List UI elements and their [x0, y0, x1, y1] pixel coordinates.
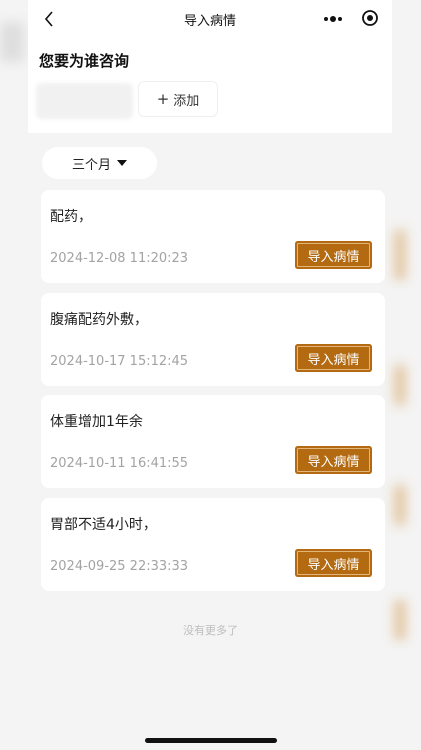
- record-timestamp: 2024-10-17 15:12:45: [50, 354, 189, 369]
- section-title: 您要为谁咨询: [39, 52, 130, 70]
- record-timestamp: 2024-09-25 22:33:33: [50, 559, 189, 574]
- import-condition-button[interactable]: 导入病情: [295, 549, 372, 577]
- record-card: 腹痛配药外敷， 2024-10-17 15:12:45 导入病情: [41, 293, 385, 386]
- record-card: 胃部不适4小时， 2024-09-25 22:33:33 导入病情: [41, 498, 385, 591]
- background-blur: [395, 365, 405, 405]
- record-description: 胃部不适4小时，: [50, 517, 157, 533]
- import-condition-button[interactable]: 导入病情: [295, 344, 372, 372]
- nav-bar: 导入病情: [28, 0, 392, 40]
- caret-down-icon: [117, 160, 127, 166]
- record-description: 腹痛配药外敷，: [50, 312, 148, 328]
- patient-section: 您要为谁咨询 + 添加: [28, 40, 392, 133]
- patient-chip[interactable]: [36, 83, 133, 119]
- background-blur: [395, 230, 405, 280]
- record-card: 配药， 2024-12-08 11:20:23 导入病情: [41, 190, 385, 283]
- end-of-list-text: 没有更多了: [183, 624, 238, 637]
- background-blur: [0, 22, 24, 62]
- more-dots-icon[interactable]: [322, 12, 344, 26]
- import-condition-button[interactable]: 导入病情: [295, 446, 372, 474]
- plus-icon: +: [156, 89, 170, 108]
- record-description: 体重增加1年余: [50, 414, 143, 430]
- target-icon[interactable]: [361, 9, 379, 27]
- background-blur: [395, 485, 405, 525]
- record-timestamp: 2024-10-11 16:41:55: [50, 456, 189, 471]
- period-selected-value: 三个月: [71, 157, 111, 173]
- import-condition-button[interactable]: 导入病情: [295, 241, 372, 269]
- add-patient-label: 添加: [173, 93, 200, 109]
- add-patient-button[interactable]: + 添加: [138, 81, 218, 117]
- record-timestamp: 2024-12-08 11:20:23: [50, 251, 189, 266]
- record-card: 体重增加1年余 2024-10-11 16:41:55 导入病情: [41, 395, 385, 488]
- period-dropdown[interactable]: 三个月: [42, 147, 157, 179]
- record-description: 配药，: [50, 209, 92, 225]
- home-indicator: [145, 738, 277, 743]
